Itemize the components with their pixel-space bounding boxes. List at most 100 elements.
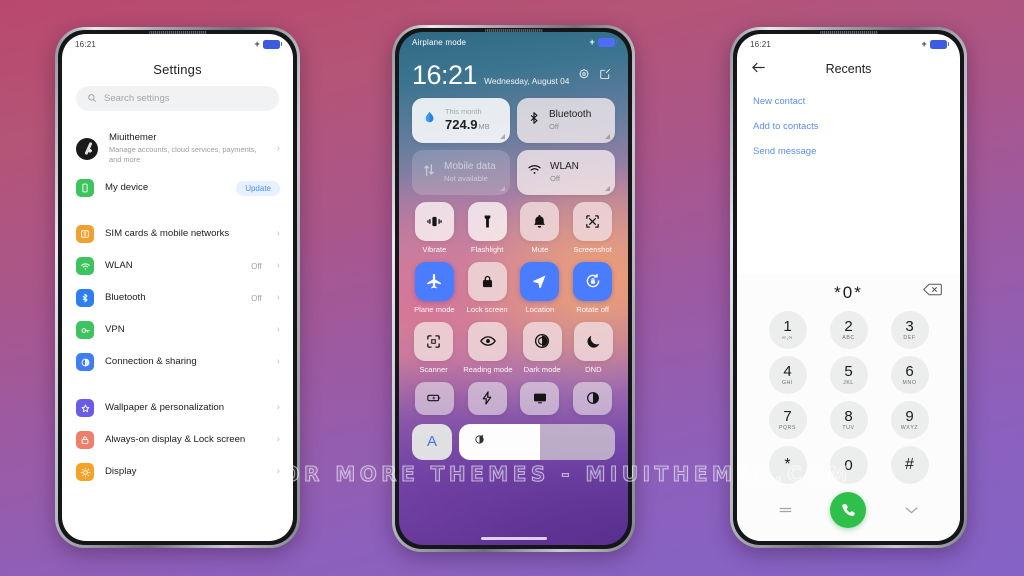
sidebar-item-label: Bluetooth	[105, 292, 146, 304]
font-size-A-icon[interactable]: A	[412, 423, 452, 460]
toggle-location[interactable]: Location	[518, 261, 563, 314]
toggle-reading-mode[interactable]: Reading mode	[463, 321, 513, 374]
sidebar-item-aod-lockscreen[interactable]: Always-on display & Lock screen ›	[62, 424, 293, 456]
update-badge[interactable]: Update	[236, 180, 280, 196]
toggle-dnd[interactable]: DND	[572, 321, 615, 374]
toggle-lightning[interactable]	[465, 381, 510, 415]
toggle-half-contrast[interactable]	[570, 381, 615, 415]
statusbar-right-icons: +	[255, 39, 282, 49]
toggle-dark-mode[interactable]: Dark mode	[521, 321, 564, 374]
earpiece-speaker	[819, 31, 878, 34]
account-body: Miuithemer Manage accounts, cloud servic…	[109, 132, 266, 165]
toggle-lock-screen[interactable]: Lock screen	[465, 261, 510, 314]
card-wlan[interactable]: WLAN Off	[517, 149, 615, 195]
chevron-right-icon: ›	[276, 260, 280, 272]
link-new-contact[interactable]: New contact	[753, 89, 944, 114]
brightness-slider[interactable]	[459, 423, 615, 460]
item-value: Off	[251, 293, 262, 303]
sidebar-item-connection-sharing[interactable]: Connection & sharing ›	[62, 346, 293, 378]
card-data-usage[interactable]: This month 724.9MB	[412, 97, 510, 143]
chevron-right-icon: ›	[276, 324, 280, 336]
settings-row-account[interactable]: Miuithemer Manage accounts, cloud servic…	[62, 125, 293, 172]
menu-lines-icon[interactable]	[778, 503, 793, 518]
dial-key-8[interactable]: 8 TUV	[829, 401, 868, 439]
statusbar-left: 16:21 +	[62, 34, 293, 54]
settings-list: Miuithemer Manage accounts, cloud servic…	[62, 125, 293, 541]
toggle-label: Flashlight	[470, 244, 504, 254]
recents-header: Recents	[737, 54, 960, 85]
scan-icon	[414, 321, 454, 361]
wifi-icon	[527, 162, 542, 182]
dial-number-row: *0*	[737, 275, 960, 309]
sidebar-item-wallpaper[interactable]: Wallpaper & personalization ›	[62, 392, 293, 424]
battery-icon	[930, 39, 949, 49]
bluetooth-icon	[527, 111, 541, 130]
statusbar-time: 16:21	[75, 39, 97, 49]
key-digit: 3	[905, 317, 914, 335]
link-send-message[interactable]: Send message	[753, 139, 944, 164]
dial-key-hash[interactable]: #	[890, 446, 929, 484]
dial-entered-number[interactable]: *0*	[755, 283, 942, 303]
toggle-screenshot[interactable]: Screenshot	[570, 201, 615, 254]
dial-key-5[interactable]: 5 JKL	[829, 356, 868, 394]
settings-row-my-device[interactable]: My device Update	[62, 172, 293, 204]
clock-date: Wednesday, August 04	[484, 75, 570, 86]
airplane-icon	[414, 261, 454, 301]
link-add-to-contacts[interactable]: Add to contacts	[753, 114, 944, 139]
key-letters: PQRS	[778, 424, 797, 431]
dial-key-3[interactable]: 3 DEF	[890, 311, 929, 349]
toggle-mute[interactable]: Mute	[518, 201, 563, 254]
toggle-scanner[interactable]: Scanner	[412, 321, 455, 374]
dial-key-0[interactable]: 0	[829, 446, 868, 484]
battery-icon	[598, 37, 617, 47]
dial-key-4[interactable]: 4 GHI	[768, 356, 807, 394]
chevron-down-icon[interactable]	[904, 503, 919, 518]
sidebar-item-display[interactable]: Display ›	[62, 456, 293, 488]
edit-icon[interactable]	[599, 67, 611, 85]
half-contrast-icon	[573, 381, 613, 415]
settings-gear-icon[interactable]	[578, 67, 590, 85]
statusbar-center: Airplane mode +	[399, 32, 628, 52]
card-bluetooth[interactable]: Bluetooth Off	[517, 97, 615, 143]
key-digit: 0	[844, 456, 853, 474]
toggle-flashlight[interactable]: Flashlight	[465, 201, 510, 254]
dial-key-1[interactable]: 1 ∞,∞	[768, 311, 807, 349]
recents-dialer-screen: 16:21 + Recents New contact Add to conta…	[737, 34, 960, 541]
phone-center-control-center: Airplane mode + 16:21 Wednesday, August …	[392, 25, 635, 552]
call-button[interactable]	[830, 492, 867, 528]
toggle-vibrate[interactable]: Vibrate	[412, 201, 457, 254]
sidebar-item-sim-cards[interactable]: SIM cards & mobile networks ›	[62, 218, 293, 250]
dial-key-6[interactable]: 6 MNO	[890, 356, 929, 394]
card-main-value: 724.9MB	[445, 116, 490, 132]
dialpad: 1 ∞,∞ 2 ABC 3 DEF 4 GHI 5 JKL 6 MNO 7 PQ…	[737, 309, 960, 484]
phone-left-settings: 16:21 + Settings Search settings Miuithe…	[55, 27, 300, 548]
sidebar-item-label: Wallpaper & personalization	[105, 402, 225, 414]
key-letters: ABC	[842, 334, 855, 341]
sidebar-item-bluetooth[interactable]: Bluetooth Off ›	[62, 282, 293, 314]
card-mobile-data[interactable]: Mobile data Not available	[412, 149, 510, 195]
device-label: My device	[105, 182, 149, 194]
card-status: Off	[549, 122, 559, 132]
sidebar-item-wlan[interactable]: WLAN Off ›	[62, 250, 293, 282]
dial-key-star[interactable]: *	[768, 446, 807, 484]
backspace-icon[interactable]	[922, 283, 942, 301]
key-letters: DEF	[903, 334, 916, 341]
toggle-label: Reading mode	[463, 364, 513, 374]
resize-corner-icon	[500, 133, 505, 139]
earpiece-speaker	[148, 31, 207, 34]
control-center-body: 16:21 Wednesday, August 04 This month 72…	[399, 52, 628, 424]
key-digit: 8	[844, 407, 853, 425]
search-input[interactable]: Search settings	[76, 86, 279, 111]
toggle-plane-mode[interactable]: Plane mode	[412, 261, 457, 314]
chevron-right-icon: ›	[276, 402, 280, 414]
toggle-rotate-off[interactable]: Rotate off	[570, 261, 615, 314]
dial-key-2[interactable]: 2 ABC	[829, 311, 868, 349]
toggle-cast-screen[interactable]	[518, 381, 563, 415]
sidebar-item-vpn[interactable]: VPN ›	[62, 314, 293, 346]
sidebar-item-label: VPN	[105, 324, 125, 336]
dial-key-7[interactable]: 7 PQRS	[768, 401, 807, 439]
toggle-battery-saver[interactable]	[412, 381, 457, 415]
dial-key-9[interactable]: 9 WXYZ	[890, 401, 929, 439]
back-arrow-icon[interactable]	[751, 61, 766, 76]
